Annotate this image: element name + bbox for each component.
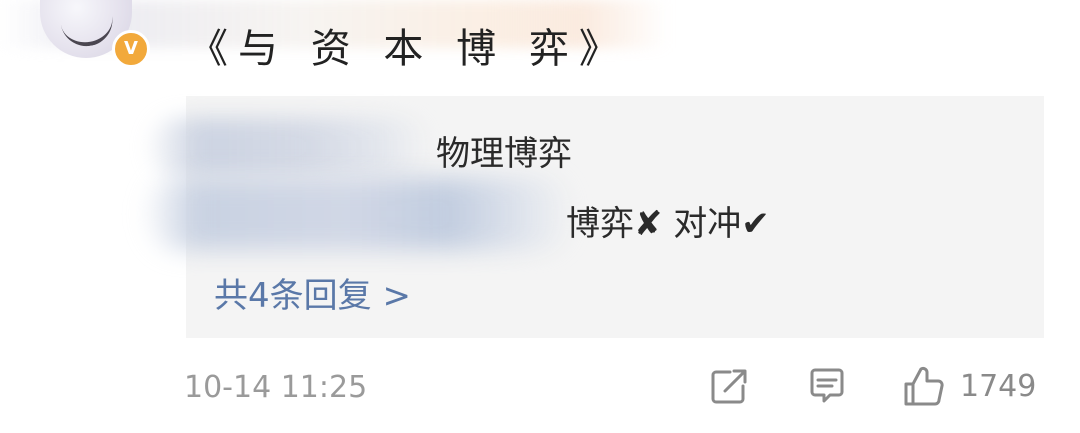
like-button[interactable]: 1749 bbox=[902, 364, 1036, 408]
avatar-drawing bbox=[59, 7, 117, 51]
view-more-replies-link[interactable]: 共4条回复 > bbox=[214, 268, 411, 317]
blurred-username-2 bbox=[145, 178, 575, 250]
share-button[interactable] bbox=[708, 364, 750, 408]
comment-icon bbox=[810, 368, 844, 403]
reply-text-1: 物理博弈 bbox=[436, 134, 572, 174]
verified-badge-letter: V bbox=[124, 38, 138, 59]
share-icon bbox=[711, 369, 747, 404]
comment-button[interactable] bbox=[806, 364, 848, 408]
blurred-username-1 bbox=[150, 118, 432, 176]
thumbs-up-icon bbox=[904, 366, 944, 406]
like-count: 1749 bbox=[960, 368, 1037, 404]
verified-badge: V bbox=[112, 30, 150, 68]
timestamp: 10-14 11:25 bbox=[184, 370, 368, 405]
post-title: 《与 资 本 博 弈》 bbox=[188, 26, 629, 72]
reply-text-2: 博弈✘ 对冲✔ bbox=[566, 204, 770, 244]
